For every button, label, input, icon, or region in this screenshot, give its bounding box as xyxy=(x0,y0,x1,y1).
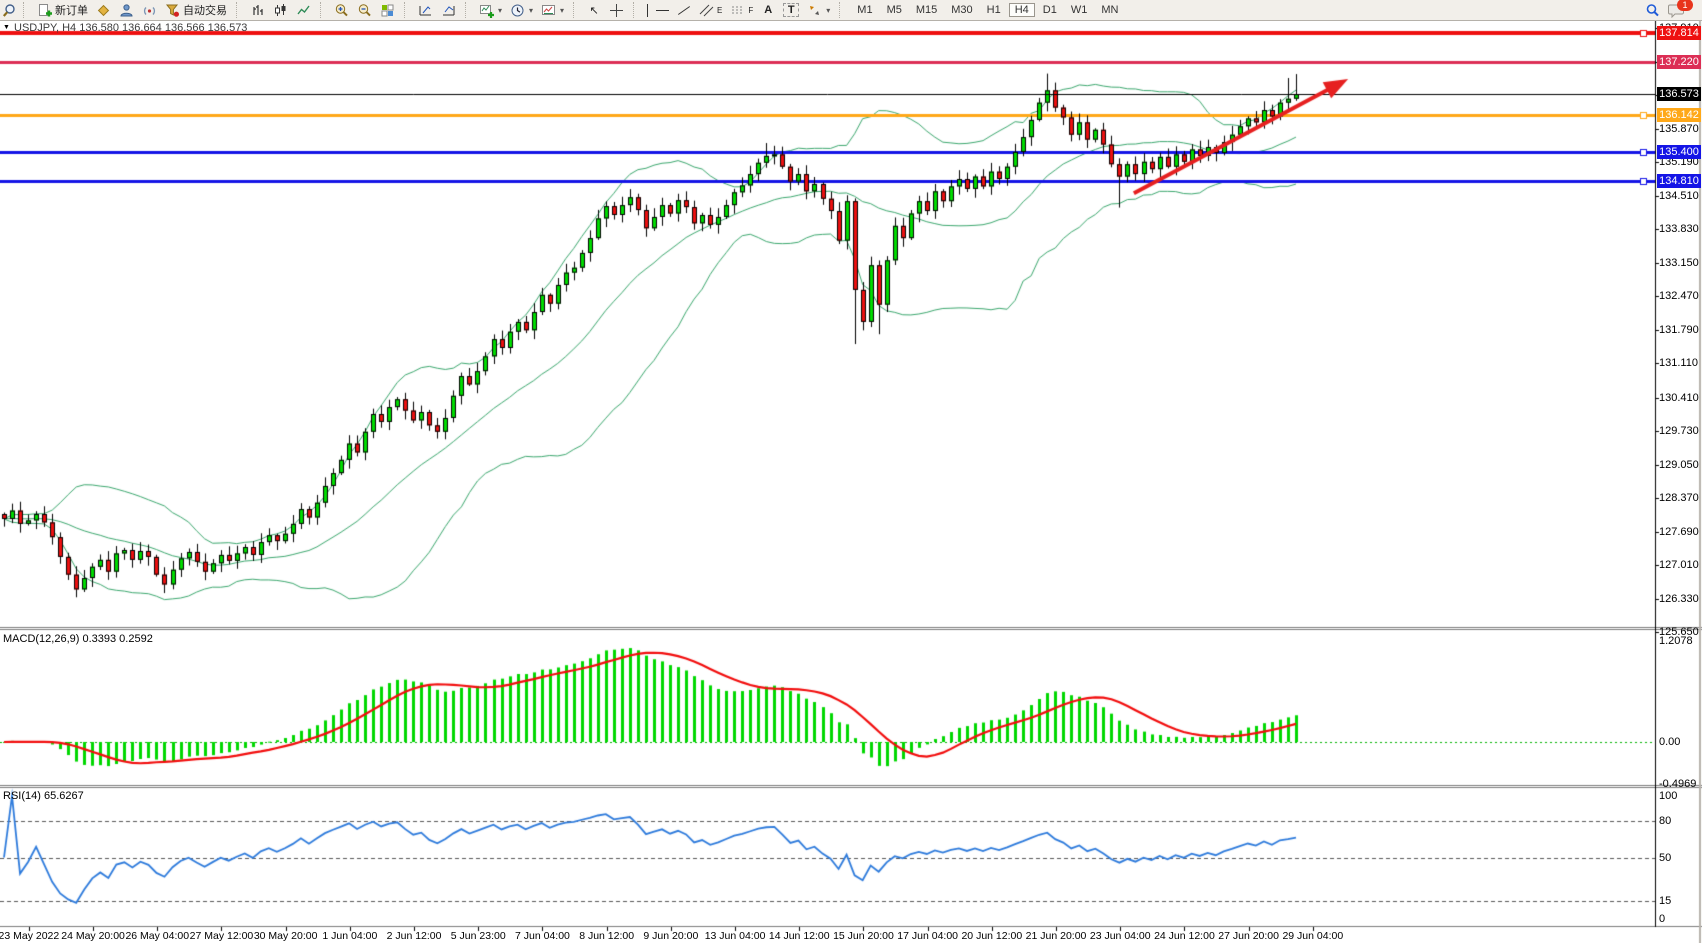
timeframe-m5-button[interactable]: M5 xyxy=(881,3,908,17)
toolbar-separator xyxy=(633,2,638,18)
timeframe-h4-button[interactable]: H4 xyxy=(1009,3,1035,17)
add-indicator-button[interactable]: ▾ xyxy=(476,1,505,19)
chat-icon[interactable]: 1 xyxy=(1668,3,1686,18)
trendline-button[interactable] xyxy=(674,1,694,19)
new-order-label: 新订单 xyxy=(55,2,88,18)
zoom-out-button[interactable] xyxy=(354,1,375,19)
dropdown-caret: ▾ xyxy=(826,6,830,15)
text-button[interactable]: A xyxy=(758,1,778,19)
horizontal-line-button[interactable] xyxy=(653,1,672,19)
price-chart-canvas[interactable] xyxy=(0,21,1702,943)
profile-icon xyxy=(119,3,134,18)
text-label-button[interactable]: T xyxy=(780,1,802,19)
equidistant-channel-icon xyxy=(699,3,714,18)
timeframe-group: M1M5M15M30H1H4D1W1MN xyxy=(850,4,1125,16)
search-icon[interactable] xyxy=(1645,3,1660,18)
template-icon xyxy=(541,3,556,18)
text-label-icon: T xyxy=(783,3,799,17)
template-button[interactable]: ▾ xyxy=(538,1,567,19)
chart-search-icon[interactable] xyxy=(2,3,17,18)
chart-window: ▼ USDJPY, H4 136.580 136.664 136.566 136… xyxy=(0,21,1702,943)
arrange-right-icon xyxy=(441,3,456,18)
zoom-in-button[interactable] xyxy=(331,1,352,19)
dropdown-caret: ▾ xyxy=(498,6,502,15)
equidistant-channel-button[interactable]: E xyxy=(696,1,725,19)
line-chart-button[interactable] xyxy=(293,1,314,19)
vertical-line-button[interactable] xyxy=(644,1,651,19)
tile-windows-button[interactable] xyxy=(377,1,398,19)
candlestick-chart-icon xyxy=(273,3,288,18)
toolbar-right-group: 1 xyxy=(1645,3,1700,18)
auto-trading-button[interactable]: 自动交易 xyxy=(162,1,230,19)
timeframe-m1-button[interactable]: M1 xyxy=(851,3,878,17)
timeframe-m30-button[interactable]: M30 xyxy=(945,3,978,17)
new-order-button[interactable]: 新订单 xyxy=(34,1,91,19)
fibonacci-letter: F xyxy=(748,6,753,15)
trendline-icon xyxy=(678,6,690,15)
arrow-objects-button[interactable]: ▾ xyxy=(804,1,833,19)
timeframe-h1-button[interactable]: H1 xyxy=(981,3,1007,17)
period-clock-icon xyxy=(510,3,525,18)
text-icon: A xyxy=(761,4,775,16)
fibonacci-icon xyxy=(730,3,745,18)
signal-icon xyxy=(142,3,157,18)
arrange-left-button[interactable] xyxy=(415,1,436,19)
zoom-in-icon xyxy=(334,3,349,18)
cursor-button[interactable]: ↖ xyxy=(584,1,604,19)
tile-windows-icon xyxy=(380,3,395,18)
channel-letter: E xyxy=(717,6,722,15)
cursor-icon: ↖ xyxy=(587,4,601,17)
auto-trading-label: 自动交易 xyxy=(183,2,227,18)
crosshair-button[interactable] xyxy=(606,1,627,19)
add-indicator-icon xyxy=(479,3,494,18)
arrange-right-button[interactable] xyxy=(438,1,459,19)
timeframe-mn-button[interactable]: MN xyxy=(1095,3,1124,17)
bar-chart-icon xyxy=(250,3,265,18)
candlestick-chart-button[interactable] xyxy=(270,1,291,19)
zoom-out-icon xyxy=(357,3,372,18)
metaeditor-button[interactable] xyxy=(93,1,114,19)
toolbar-separator xyxy=(320,2,325,18)
metaeditor-icon xyxy=(96,3,111,18)
timeframe-m15-button[interactable]: M15 xyxy=(910,3,943,17)
dropdown-caret: ▾ xyxy=(529,6,533,15)
new-order-icon xyxy=(37,3,52,18)
toolbar-separator xyxy=(23,2,28,18)
horizontal-line-icon xyxy=(656,10,669,11)
bar-chart-button[interactable] xyxy=(247,1,268,19)
vertical-line-icon xyxy=(647,4,648,17)
toolbar-separator xyxy=(465,2,470,18)
line-chart-icon xyxy=(296,3,311,18)
toolbar-separator xyxy=(573,2,578,18)
dropdown-caret: ▾ xyxy=(560,6,564,15)
profile-button[interactable] xyxy=(116,1,137,19)
toolbar-separator xyxy=(839,2,844,18)
fibonacci-button[interactable]: F xyxy=(727,1,756,19)
toolbar-separator xyxy=(404,2,409,18)
main-toolbar: 新订单 自动交易 xyxy=(0,0,1702,21)
auto-trading-icon xyxy=(165,3,180,18)
signal-button[interactable] xyxy=(139,1,160,19)
period-clock-button[interactable]: ▾ xyxy=(507,1,536,19)
toolbar-separator xyxy=(236,2,241,18)
crosshair-icon xyxy=(609,3,624,18)
timeframe-w1-button[interactable]: W1 xyxy=(1065,3,1094,17)
timeframe-d1-button[interactable]: D1 xyxy=(1037,3,1063,17)
arrow-objects-icon xyxy=(807,3,822,18)
arrange-left-icon xyxy=(418,3,433,18)
notification-badge: 1 xyxy=(1677,0,1693,11)
